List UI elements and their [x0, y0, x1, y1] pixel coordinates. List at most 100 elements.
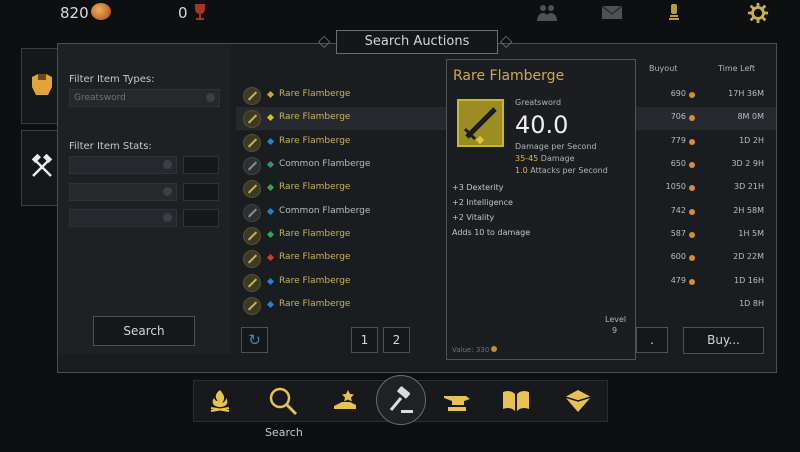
column-header-time-left: Time Left [718, 64, 756, 73]
nav-map[interactable] [561, 384, 595, 418]
listing-name: Rare Flamberge [279, 276, 351, 286]
tooltip-item-type: Greatsword [515, 98, 562, 107]
chevron-down-icon [163, 213, 172, 222]
nav-search[interactable] [266, 384, 300, 418]
listing-time-left: 17H 36M [728, 89, 764, 98]
filter-item-types-label: Filter Item Types: [69, 74, 155, 85]
listing-name: Rare Flamberge [279, 299, 351, 309]
stat-select-2[interactable] [69, 183, 177, 201]
tooltip-value: 330 [475, 346, 490, 354]
tooltip-attacks-label: Attacks per Second [530, 166, 608, 175]
guild-icon[interactable] [535, 2, 559, 22]
greatsword-icon [243, 110, 261, 128]
nav-campfire[interactable] [203, 384, 237, 418]
greatsword-icon [243, 274, 261, 292]
gem-icon [266, 277, 275, 286]
greatsword-icon [243, 297, 261, 315]
item-tooltip: Rare Flamberge Greatsword 40.0 Damage pe… [446, 59, 636, 360]
nav-trade[interactable] [329, 384, 363, 418]
tooltip-attacks-value: 1.0 [515, 166, 528, 175]
greatsword-icon [243, 250, 261, 268]
crafting-hammer-icon [31, 154, 53, 177]
gold-count: 820 [60, 4, 89, 22]
greatsword-icon [243, 227, 261, 245]
listing-name: Rare Flamberge [279, 89, 351, 99]
gem-icon [266, 230, 275, 239]
listing-time-left: 2D 22M [733, 252, 764, 261]
listing-name: Rare Flamberge [279, 182, 351, 192]
greatsword-icon [243, 87, 261, 105]
column-header-buyout: Buyout [649, 64, 678, 73]
listing-name: Rare Flamberge [279, 252, 351, 262]
greatsword-icon [463, 107, 497, 145]
page-title: Search Auctions [336, 30, 498, 54]
listing-buyout: 1050 [665, 182, 686, 191]
gem-icon [266, 113, 275, 122]
listing-buyout: 706 [670, 112, 686, 121]
page-button-2[interactable]: 2 [383, 327, 410, 353]
coin-icon [689, 139, 695, 145]
listing-buyout: 779 [670, 136, 686, 145]
buy-button[interactable]: Buy... [683, 327, 764, 354]
quest-icon[interactable] [662, 2, 686, 22]
item-portrait [457, 99, 504, 147]
nav-journal[interactable] [499, 384, 533, 418]
listing-buyout: 690 [670, 89, 686, 98]
stat-value-input-1[interactable] [183, 156, 219, 174]
tooltip-stat: +2 Intelligence [452, 198, 513, 207]
gear-icon[interactable] [746, 2, 770, 24]
listing-name: Common Flamberge [279, 159, 371, 169]
stat-value-input-2[interactable] [183, 183, 219, 201]
gem-icon [266, 207, 275, 216]
campfire-icon [210, 390, 230, 412]
tooltip-dps: 40.0 [515, 111, 569, 139]
gem-icon [266, 253, 275, 262]
tooltip-item-name: Rare Flamberge [453, 68, 565, 84]
coin-icon [689, 92, 695, 98]
listing-buyout: 587 [670, 229, 686, 238]
listing-time-left: 1D 2H [739, 136, 764, 145]
tooltip-damage-label: Damage [540, 154, 575, 163]
nav-search-label: Search [265, 426, 303, 439]
book-icon [503, 390, 529, 411]
trophy-count: 0 [178, 4, 188, 22]
map-icon [564, 390, 592, 412]
coin-icon [689, 255, 695, 261]
page-button-1[interactable]: 1 [351, 327, 378, 353]
item-type-value: Greatsword [74, 93, 126, 103]
trophy-icon [195, 4, 205, 20]
listing-buyout: 479 [670, 276, 686, 285]
listing-time-left: 1D 16H [734, 276, 764, 285]
nav-auction[interactable] [384, 384, 418, 418]
filter-item-stats-label: Filter Item Stats: [69, 141, 152, 152]
auction-gavel-icon [389, 386, 413, 413]
gem-icon [266, 137, 275, 146]
listing-buyout: 742 [670, 206, 686, 215]
bid-button-edge[interactable]: . [636, 327, 668, 353]
refresh-icon: ↻ [248, 331, 261, 349]
nav-crafting[interactable] [440, 384, 474, 418]
stat-value-input-3[interactable] [183, 209, 219, 227]
armor-icon [32, 74, 52, 95]
listing-name: Rare Flamberge [279, 136, 351, 146]
chevron-down-icon [163, 160, 172, 169]
coin-icon [689, 209, 695, 215]
tooltip-value-label: Value: [452, 346, 474, 354]
listing-name: Common Flamberge [279, 206, 371, 216]
tooltip-level-label: Level [605, 315, 627, 324]
title-left-ornament: ◇ [318, 31, 331, 50]
mail-icon[interactable] [600, 2, 624, 22]
chevron-down-icon [206, 93, 215, 102]
listing-buyout: 600 [670, 252, 686, 261]
listing-name: Rare Flamberge [279, 229, 351, 239]
coin-icon [689, 162, 695, 168]
stat-select-1[interactable] [69, 156, 177, 174]
gem-icon [266, 300, 275, 309]
greatsword-icon [243, 157, 261, 175]
tooltip-stat: +2 Vitality [452, 213, 495, 222]
search-icon [269, 387, 298, 416]
item-type-select[interactable]: Greatsword [69, 89, 220, 107]
stat-select-3[interactable] [69, 209, 177, 227]
refresh-button[interactable]: ↻ [241, 327, 268, 353]
search-button[interactable]: Search [93, 316, 195, 346]
